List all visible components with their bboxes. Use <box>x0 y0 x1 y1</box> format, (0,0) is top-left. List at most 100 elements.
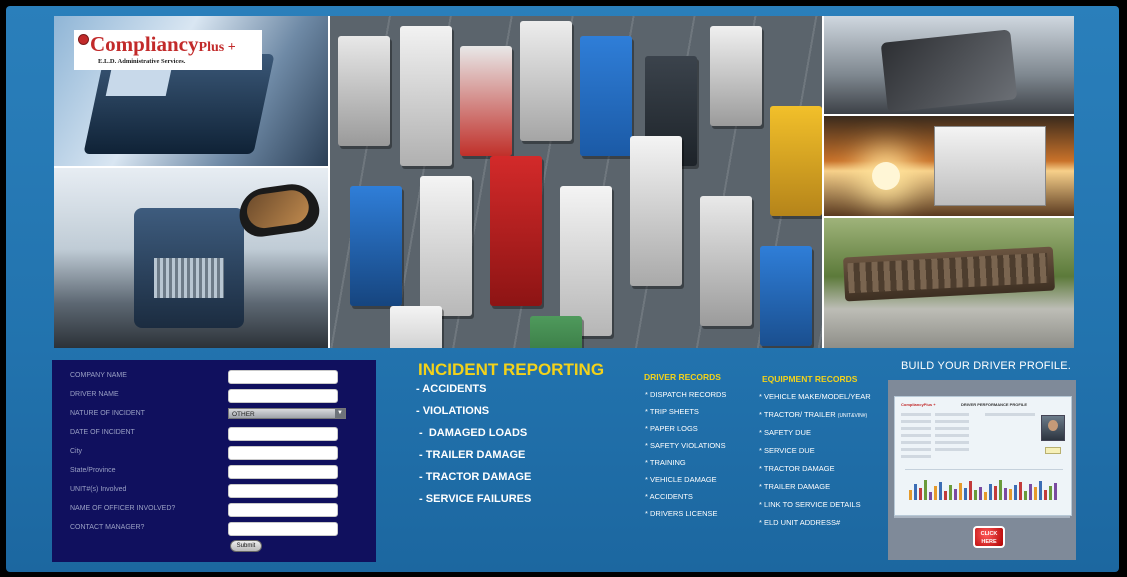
nature-of-incident-select[interactable]: OTHER ▼ <box>228 408 346 419</box>
mini-chart-bar <box>929 492 932 500</box>
mini-chart-bar <box>1054 483 1057 500</box>
mini-chart-bar <box>964 488 967 500</box>
mini-chart-bar <box>1049 486 1052 500</box>
incident-item: - TRAILER DAMAGE <box>416 449 526 461</box>
state-province-label: State/Province <box>70 467 116 474</box>
driver-record-item: * TRIP SHEETS <box>645 407 699 416</box>
form-row: CONTACT MANAGER? <box>70 522 370 538</box>
mini-chart-bar <box>979 487 982 500</box>
driver-profile-preview[interactable]: CompliancyPlus + DRIVER PERFORMANCE PROF… <box>894 396 1072 516</box>
equipment-record-item: * VEHICLE MAKE/MODEL/YEAR <box>759 392 871 401</box>
submit-button[interactable]: Submit <box>230 540 262 552</box>
state-province-input[interactable] <box>228 465 338 479</box>
date-of-incident-label: DATE OF INCIDENT <box>70 429 135 436</box>
incident-item: - VIOLATIONS <box>416 405 490 417</box>
driver-record-item: * SAFETY VIOLATIONS <box>645 441 726 450</box>
city-label: City <box>70 448 83 455</box>
mini-chart-bar <box>1029 484 1032 500</box>
chevron-down-icon[interactable]: ▼ <box>335 409 345 418</box>
driver-record-item: * DRIVERS LICENSE <box>645 509 718 518</box>
mini-chart-bar <box>999 480 1002 500</box>
form-row: NATURE OF INCIDENT OTHER ▼ <box>70 408 370 424</box>
mini-chart-bar <box>1034 487 1037 500</box>
truck-wreck-photo <box>824 16 1074 114</box>
form-row: UNIT#(s) Involved <box>70 484 370 500</box>
mini-chart-bar <box>1024 491 1027 500</box>
click-here-button[interactable]: CLICK HERE <box>973 526 1005 548</box>
date-of-incident-input[interactable] <box>228 427 338 441</box>
driver-record-item: * VEHICLE DAMAGE <box>645 475 717 484</box>
incident-form: COMPANY NAME DRIVER NAME NATURE OF INCID… <box>52 360 376 562</box>
driver-records-title: DRIVER RECORDS <box>644 372 721 382</box>
units-involved-input[interactable] <box>228 484 338 498</box>
mini-chart-bar <box>939 482 942 500</box>
hero-collage: CompliancyPlus + E.L.D. Administrative S… <box>54 16 1074 348</box>
mini-chart-bar <box>944 491 947 500</box>
equipment-record-item: * SAFETY DUE <box>759 428 811 437</box>
nature-of-incident-label: NATURE OF INCIDENT <box>70 410 145 417</box>
contact-manager-input[interactable] <box>228 522 338 536</box>
equipment-record-text: * TRACTOR/ TRAILER <box>759 410 836 419</box>
mini-chart-bar <box>1009 489 1012 500</box>
mini-chart-bar <box>934 486 937 500</box>
brand-suffix: Plus + <box>198 40 236 55</box>
driver-name-label: DRIVER NAME <box>70 391 119 398</box>
form-row: DRIVER NAME <box>70 389 370 405</box>
company-name-label: COMPANY NAME <box>70 372 127 379</box>
driver-record-item: * PAPER LOGS <box>645 424 698 433</box>
incident-item: - ACCIDENTS <box>416 383 487 395</box>
mini-chart-bar <box>994 486 997 500</box>
incident-item: - DAMAGED LOADS <box>416 427 528 439</box>
mini-chart-bar <box>984 492 987 500</box>
equipment-records-title: EQUIPMENT RECORDS <box>762 374 858 384</box>
mini-chart-bar <box>1039 481 1042 500</box>
equipment-record-item: * TRAILER DAMAGE <box>759 482 831 491</box>
truck-mirror-photo <box>54 168 328 348</box>
incident-reporting-title: INCIDENT REPORTING <box>418 360 605 379</box>
nature-of-incident-value: OTHER <box>232 411 255 418</box>
form-row: COMPANY NAME <box>70 370 370 386</box>
equipment-record-item: * TRACTOR DAMAGE <box>759 464 835 473</box>
incident-item: - SERVICE FAILURES <box>416 493 532 505</box>
mini-chart-bar <box>1019 482 1022 500</box>
sunset-trailer-photo <box>824 116 1074 216</box>
brand-name: Compliancy <box>90 32 199 56</box>
equipment-record-item: * ELD UNIT ADDRESS# <box>759 518 841 527</box>
company-name-input[interactable] <box>228 370 338 384</box>
contact-manager-label: CONTACT MANAGER? <box>70 524 145 531</box>
mini-chart-bar <box>1044 490 1047 500</box>
units-involved-label: UNIT#(s) Involved <box>70 486 127 493</box>
mini-chart-bar <box>919 488 922 500</box>
tractor-unit-note: (UNIT&VIN#) <box>837 413 868 419</box>
driver-record-item: * TRAINING <box>645 458 686 467</box>
form-row: NAME OF OFFICER INVOLVED? <box>70 503 370 519</box>
driver-record-item: * ACCIDENTS <box>645 492 693 501</box>
profile-card-logo: CompliancyPlus + <box>901 402 936 407</box>
officer-name-input[interactable] <box>228 503 338 517</box>
officer-name-label: NAME OF OFFICER INVOLVED? <box>70 505 176 512</box>
city-input[interactable] <box>228 446 338 460</box>
mini-chart-bar <box>969 481 972 500</box>
profile-card-title: DRIVER PERFORMANCE PROFILE <box>961 402 1028 407</box>
traffic-jam-photo <box>330 16 822 348</box>
equipment-record-item: * SERVICE DUE <box>759 446 815 455</box>
driver-name-input[interactable] <box>228 389 338 403</box>
form-row: DATE OF INCIDENT <box>70 427 370 443</box>
mini-chart-bar <box>1014 485 1017 500</box>
equipment-record-item: * LINK TO SERVICE DETAILS <box>759 500 861 509</box>
profile-card-chart <box>905 469 1063 504</box>
mini-chart-bar <box>914 484 917 500</box>
mini-chart-bar <box>959 483 962 500</box>
brand-logo[interactable]: CompliancyPlus + E.L.D. Administrative S… <box>74 30 262 70</box>
profile-card-button <box>1045 447 1061 454</box>
driver-record-item: * DISPATCH RECORDS <box>645 390 727 399</box>
driver-profile-title: BUILD YOUR DRIVER PROFILE. <box>901 360 1072 372</box>
mini-chart-bar <box>924 480 927 500</box>
brand-tagline: E.L.D. Administrative Services. <box>98 58 186 65</box>
mini-chart-bar <box>974 490 977 500</box>
form-row: City <box>70 446 370 462</box>
incident-item: - TRACTOR DAMAGE <box>416 471 532 483</box>
form-row: State/Province <box>70 465 370 481</box>
mini-chart-bar <box>949 485 952 500</box>
overturned-truck-photo <box>824 218 1074 348</box>
